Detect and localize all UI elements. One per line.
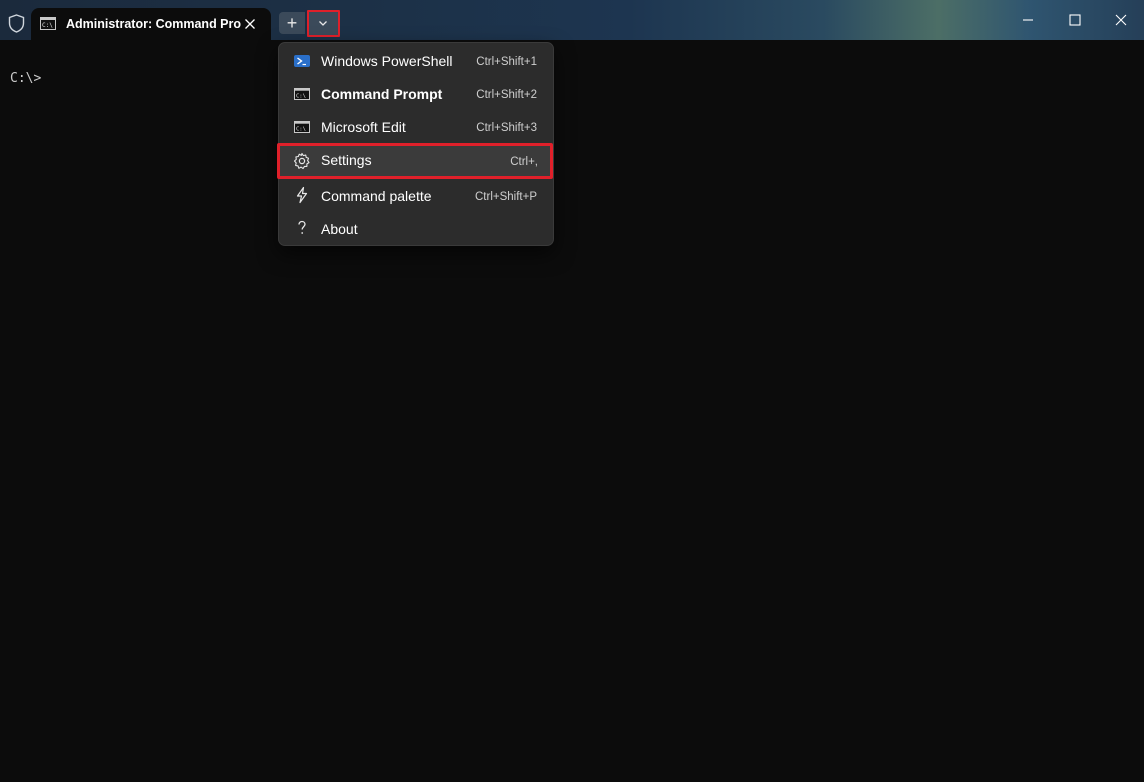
chevron-down-icon	[319, 21, 327, 26]
menu-item-command-palette[interactable]: Command palette Ctrl+Shift+P	[283, 180, 549, 212]
lightning-icon	[296, 186, 308, 204]
command-prompt-icon: C:\	[294, 88, 310, 100]
tab-command-prompt[interactable]: C:\ Administrator: Command Pro	[31, 8, 271, 40]
svg-text:C:\: C:\	[42, 22, 53, 29]
menu-item-shortcut: Ctrl+Shift+P	[475, 191, 537, 203]
terminal-window: C:\ Administrator: Command Pro + C:\> Wi…	[0, 0, 1144, 782]
new-tab-button[interactable]: +	[279, 12, 305, 34]
menu-item-about[interactable]: About	[283, 213, 549, 245]
command-prompt-icon: C:\	[40, 17, 56, 30]
close-icon	[1115, 14, 1127, 26]
maximize-button[interactable]	[1052, 0, 1098, 40]
menu-item-shortcut: Ctrl+Shift+2	[476, 89, 537, 101]
new-tab-dropdown-menu: Windows PowerShell Ctrl+Shift+1 C:\ Comm…	[277, 42, 554, 246]
title-bar: C:\ Administrator: Command Pro +	[0, 0, 1144, 40]
menu-item-label: About	[321, 221, 358, 237]
shield-icon	[8, 14, 25, 33]
menu-item-label: Settings	[321, 152, 372, 168]
question-icon	[298, 220, 306, 234]
menu-item-windows-powershell[interactable]: Windows PowerShell Ctrl+Shift+1	[283, 45, 549, 77]
minimize-icon	[1023, 19, 1033, 21]
menu-item-command-prompt[interactable]: C:\ Command Prompt Ctrl+Shift+2	[283, 78, 549, 110]
svg-text:C:\: C:\	[296, 94, 306, 100]
menu-item-microsoft-edit[interactable]: C:\ Microsoft Edit Ctrl+Shift+3	[283, 111, 549, 143]
tab-title: Administrator: Command Pro	[66, 17, 242, 31]
svg-text:C:\: C:\	[296, 127, 306, 133]
close-icon	[245, 19, 255, 29]
menu-item-settings[interactable]: Settings Ctrl+,	[277, 143, 553, 179]
menu-item-label: Command palette	[321, 188, 432, 204]
menu-item-shortcut: Ctrl+Shift+3	[476, 122, 537, 134]
menu-item-label: Windows PowerShell	[321, 53, 453, 69]
gear-icon	[293, 152, 310, 170]
plus-icon: +	[286, 13, 298, 33]
new-tab-dropdown-button[interactable]	[307, 10, 340, 37]
menu-item-label: Microsoft Edit	[321, 119, 406, 135]
menu-item-shortcut: Ctrl+Shift+1	[476, 56, 537, 68]
menu-item-label: Command Prompt	[321, 86, 443, 102]
menu-item-shortcut: Ctrl+,	[510, 156, 538, 168]
command-prompt-icon: C:\	[294, 121, 310, 133]
powershell-icon	[294, 55, 310, 67]
close-tab-button[interactable]	[241, 15, 259, 33]
terminal-prompt[interactable]: C:\>	[10, 71, 41, 86]
maximize-icon	[1069, 14, 1081, 26]
minimize-button[interactable]	[1005, 0, 1051, 40]
close-window-button[interactable]	[1098, 0, 1144, 40]
